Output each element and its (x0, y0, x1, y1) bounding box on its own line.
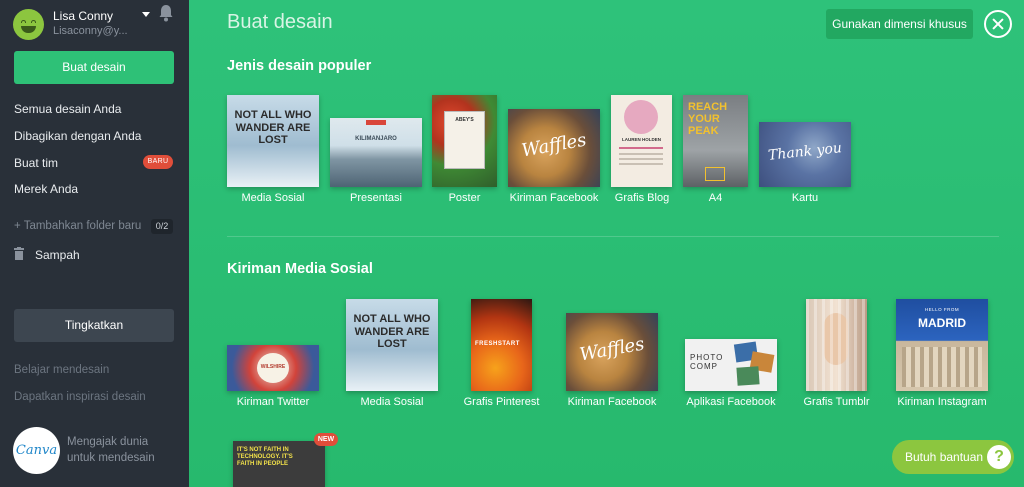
nav-all-designs[interactable]: Semua desain Anda (14, 102, 121, 116)
nav-your-brand[interactable]: Merek Anda (14, 182, 78, 196)
card-label: Presentasi (350, 192, 402, 204)
custom-dimensions-button[interactable]: Gunakan dimensi khusus (826, 9, 973, 39)
thumbnail[interactable]: Waffles (508, 109, 600, 187)
card-label: A4 (708, 192, 723, 204)
social-section-title: Kiriman Media Sosial (227, 261, 373, 277)
user-menu[interactable]: Lisa Conny Lisaconny@y... (13, 8, 178, 42)
avatar (13, 9, 44, 40)
help-label: Butuh bantuan (905, 450, 984, 464)
card-label: Aplikasi Facebook (686, 396, 776, 408)
section-divider (227, 236, 999, 237)
card-label: Kiriman Twitter (236, 396, 310, 408)
thumbnail[interactable]: LAUREN HOLDEN (611, 95, 672, 187)
thumbnail[interactable]: ABEY'S (432, 95, 497, 187)
card-label: Kiriman Facebook (567, 396, 657, 408)
thumbnail[interactable]: REACH YOUR PEAK (683, 95, 748, 187)
thumbnail[interactable]: NOT ALL WHO WANDER ARE LOST (346, 299, 438, 391)
thumbnail[interactable]: Waffles (566, 313, 658, 391)
nav-create-team[interactable]: Buat tim (14, 156, 58, 170)
canva-logo: Canva (13, 427, 60, 474)
sidebar: Lisa Conny Lisaconny@y... Buat desain Se… (0, 0, 189, 487)
card-label: Kiriman Facebook (509, 192, 599, 204)
card-label: Grafis Tumblr (803, 396, 870, 408)
close-icon[interactable] (984, 10, 1012, 38)
user-name: Lisa Conny (53, 9, 114, 23)
card-label: Media Sosial (241, 192, 305, 204)
thumbnail[interactable]: KILIMANJARO (330, 118, 422, 187)
learn-design-link[interactable]: Belajar mendesain (14, 364, 109, 376)
thumbnail[interactable]: HELLO FROM MADRID (896, 299, 988, 391)
thumbnail[interactable]: IT'S NOT FAITH IN TECHNOLOGY. IT'S FAITH… (233, 441, 325, 487)
thumbnail[interactable]: WILSHIRE (227, 345, 319, 391)
new-badge: NEW (314, 433, 338, 446)
card-label: Grafis Pinterest (463, 396, 540, 408)
thumbnail[interactable]: FRESHSTART (471, 299, 532, 391)
card-label: Media Sosial (360, 396, 424, 408)
upgrade-button[interactable]: Tingkatkan (14, 309, 174, 342)
popular-section-title: Jenis desain populer (227, 58, 372, 74)
card-label: Poster (448, 192, 481, 204)
thumbnail[interactable] (806, 299, 867, 391)
chevron-down-icon[interactable] (142, 12, 150, 17)
nav-shared-with-you[interactable]: Dibagikan dengan Anda (14, 129, 141, 143)
user-email: Lisaconny@y... (53, 25, 128, 37)
add-folder-link[interactable]: + Tambahkan folder baru (14, 220, 141, 232)
thumbnail[interactable]: Thank you (759, 122, 851, 187)
nav-trash[interactable]: Sampah (35, 248, 80, 262)
thumbnail[interactable]: PHOTO COMP (685, 339, 777, 391)
page-title: Buat desain (227, 11, 333, 33)
bell-icon[interactable] (158, 4, 174, 22)
card-label: Kiriman Instagram (897, 396, 987, 408)
thumbnail[interactable]: NOT ALL WHO WANDER ARE LOST (227, 95, 319, 187)
card-label: Kartu (791, 192, 819, 204)
card-label: Grafis Blog (614, 192, 670, 204)
design-inspiration-link[interactable]: Dapatkan inspirasi desain (14, 391, 146, 403)
main-panel: Buat desain Gunakan dimensi khusus Jenis… (189, 0, 1024, 487)
create-design-button[interactable]: Buat desain (14, 51, 174, 84)
help-button[interactable]: Butuh bantuan ? (892, 440, 1014, 474)
new-badge: BARU (143, 155, 173, 169)
trash-icon (14, 247, 24, 260)
invite-text: Mengajak dunia untuk mendesain (67, 436, 155, 464)
folder-count-badge: 0/2 (151, 219, 173, 234)
question-icon: ? (987, 445, 1011, 469)
